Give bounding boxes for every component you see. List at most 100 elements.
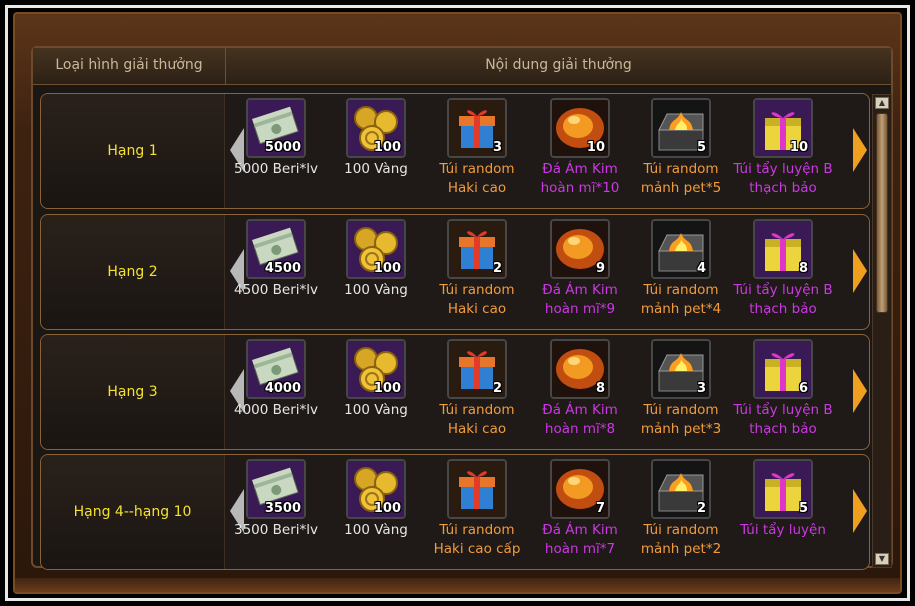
reward-item[interactable]: 4000 4000 Beri*lv <box>226 339 326 439</box>
item-quantity: 100 <box>373 140 401 155</box>
item-name: Túi random mảnh pet*5 <box>640 161 722 196</box>
item-name: Túi random mảnh pet*4 <box>640 282 722 317</box>
pink-gift-icon: 6 <box>753 339 813 399</box>
fire-chest-icon: 5 <box>651 98 711 158</box>
item-quantity: 5 <box>798 501 808 516</box>
reward-item[interactable]: 9 Đá Ám Kim hoàn mĩ*9 <box>530 219 630 319</box>
header-reward-content: Nội dung giải thưởng <box>485 57 632 73</box>
reward-item[interactable]: 8 Đá Ám Kim hoàn mĩ*8 <box>530 339 630 439</box>
reward-item[interactable]: 100 100 Vàng <box>326 339 426 439</box>
item-name: Túi random Haki cao cấp <box>433 522 521 557</box>
item-quantity: 3500 <box>264 501 301 516</box>
item-name: 4000 Beri*lv <box>233 402 318 418</box>
header-reward-type: Loại hình giải thưởng <box>33 48 226 84</box>
item-quantity: 2 <box>696 501 706 516</box>
item-quantity: 7 <box>595 501 605 516</box>
item-quantity: 100 <box>373 381 401 396</box>
item-quantity: 9 <box>595 261 605 276</box>
reward-item[interactable]: 100 100 Vàng <box>326 219 426 319</box>
reward-item[interactable]: 2 Túi random Haki cao cấp*2 <box>427 339 527 439</box>
reward-item[interactable]: 4 Túi random mảnh pet*4 <box>631 219 731 319</box>
money-stack-icon: 5000 <box>246 98 306 158</box>
gold-coins-icon: 100 <box>346 459 406 519</box>
item-name: Đá Ám Kim hoàn mĩ*9 <box>542 282 618 317</box>
reward-item[interactable]: 100 100 Vàng <box>326 98 426 198</box>
scrollbar[interactable]: ▲ ▼ <box>872 94 892 568</box>
table-header: Loại hình giải thưởng Nội dung giải thưở… <box>33 48 891 85</box>
pink-gift-icon: 8 <box>753 219 813 279</box>
item-name: Túi tẩy luyện B thạch bảo <box>733 282 833 317</box>
item-quantity: 4000 <box>264 381 301 396</box>
item-quantity: 6 <box>798 381 808 396</box>
gift-box-icon: 3 <box>447 98 507 158</box>
reward-item[interactable]: 8 Túi tẩy luyện B thạch bảo <box>733 219 833 319</box>
gift-box-icon: 2 <box>447 219 507 279</box>
item-name: Đá Ám Kim hoàn mĩ*7 <box>542 522 618 557</box>
scroll-down-button[interactable]: ▼ <box>875 553 889 565</box>
item-name: Túi tẩy luyện B thạch bảo <box>733 161 833 196</box>
item-quantity: 8 <box>595 381 605 396</box>
reward-item[interactable]: 3 Túi random mảnh pet*3 <box>631 339 731 439</box>
item-quantity: 3 <box>492 140 502 155</box>
item-quantity: 2 <box>492 381 502 396</box>
item-name: 100 Vàng <box>344 402 408 418</box>
gold-coins-icon: 100 <box>346 98 406 158</box>
amber-stone-icon: 9 <box>550 219 610 279</box>
item-name: Đá Ám Kim hoàn mĩ*10 <box>540 161 620 196</box>
reward-row: Hạng 2 4500 4500 Beri*lv 100 100 Vàng 2 Túi ra… <box>40 214 870 330</box>
item-name: Túi tẩy luyện B thạch bảo <box>733 402 833 437</box>
item-name: 3500 Beri*lv <box>233 522 318 538</box>
amber-stone-icon: 8 <box>550 339 610 399</box>
item-quantity: 5000 <box>264 140 301 155</box>
reward-item[interactable]: Túi random Haki cao cấp <box>427 459 527 559</box>
reward-item[interactable]: 100 100 Vàng <box>326 459 426 559</box>
item-quantity: 4 <box>696 261 706 276</box>
gold-coins-icon: 100 <box>346 219 406 279</box>
item-quantity: 4500 <box>264 261 301 276</box>
item-name: Đá Ám Kim hoàn mĩ*8 <box>542 402 618 437</box>
reward-item[interactable]: 6 Túi tẩy luyện B thạch bảo <box>733 339 833 439</box>
reward-item[interactable]: 5000 5000 Beri*lv <box>226 98 326 198</box>
item-name: Túi random mảnh pet*2 <box>640 522 722 557</box>
reward-item[interactable]: 5 Túi random mảnh pet*5 <box>631 98 731 198</box>
gold-coins-icon: 100 <box>346 339 406 399</box>
item-name: Túi tẩy luyện <box>740 522 826 538</box>
reward-row: Hạng 1 5000 5000 Beri*lv 100 100 Vàng 3 Túi ra… <box>40 93 870 209</box>
scroll-up-button[interactable]: ▲ <box>875 97 889 109</box>
money-stack-icon: 4500 <box>246 219 306 279</box>
next-arrow-icon[interactable] <box>853 128 867 172</box>
item-name: Túi random Haki cao cấp*2 <box>439 282 515 317</box>
gift-box-icon: 2 <box>447 339 507 399</box>
item-name: 100 Vàng <box>344 161 408 177</box>
reward-row: Hạng 3 4000 4000 Beri*lv 100 100 Vàng 2 Túi ra… <box>40 334 870 450</box>
rank-label: Hạng 2 <box>41 215 225 329</box>
rank-label: Hạng 3 <box>41 335 225 449</box>
scroll-thumb[interactable] <box>876 113 888 313</box>
money-stack-icon: 4000 <box>246 339 306 399</box>
fire-chest-icon: 4 <box>651 219 711 279</box>
reward-row: Hạng 4--hạng 10 3500 3500 Beri*lv 100 100 Và… <box>40 454 870 570</box>
item-quantity: 3 <box>696 381 706 396</box>
item-quantity: 100 <box>373 501 401 516</box>
reward-item[interactable]: 10 Đá Ám Kim hoàn mĩ*10 <box>530 98 630 198</box>
item-quantity: 8 <box>798 261 808 276</box>
reward-item[interactable]: 4500 4500 Beri*lv <box>226 219 326 319</box>
reward-item[interactable]: 7 Đá Ám Kim hoàn mĩ*7 <box>530 459 630 559</box>
item-name: Túi random Haki cao cấp*3 <box>439 161 515 196</box>
reward-item[interactable]: 5 Túi tẩy luyện <box>733 459 833 559</box>
reward-item[interactable]: 2 Túi random mảnh pet*2 <box>631 459 731 559</box>
item-name: Túi random mảnh pet*3 <box>640 402 722 437</box>
reward-item[interactable]: 3 Túi random Haki cao cấp*3 <box>427 98 527 198</box>
item-quantity: 10 <box>789 140 808 155</box>
reward-item[interactable]: 2 Túi random Haki cao cấp*2 <box>427 219 527 319</box>
next-arrow-icon[interactable] <box>853 249 867 293</box>
money-stack-icon: 3500 <box>246 459 306 519</box>
item-name: 100 Vàng <box>344 522 408 538</box>
fire-chest-icon: 2 <box>651 459 711 519</box>
next-arrow-icon[interactable] <box>853 369 867 413</box>
reward-item[interactable]: 3500 3500 Beri*lv <box>226 459 326 559</box>
pink-gift-icon: 10 <box>753 98 813 158</box>
reward-item[interactable]: 10 Túi tẩy luyện B thạch bảo <box>733 98 833 198</box>
rank-label: Hạng 4--hạng 10 <box>41 455 225 569</box>
next-arrow-icon[interactable] <box>853 489 867 533</box>
